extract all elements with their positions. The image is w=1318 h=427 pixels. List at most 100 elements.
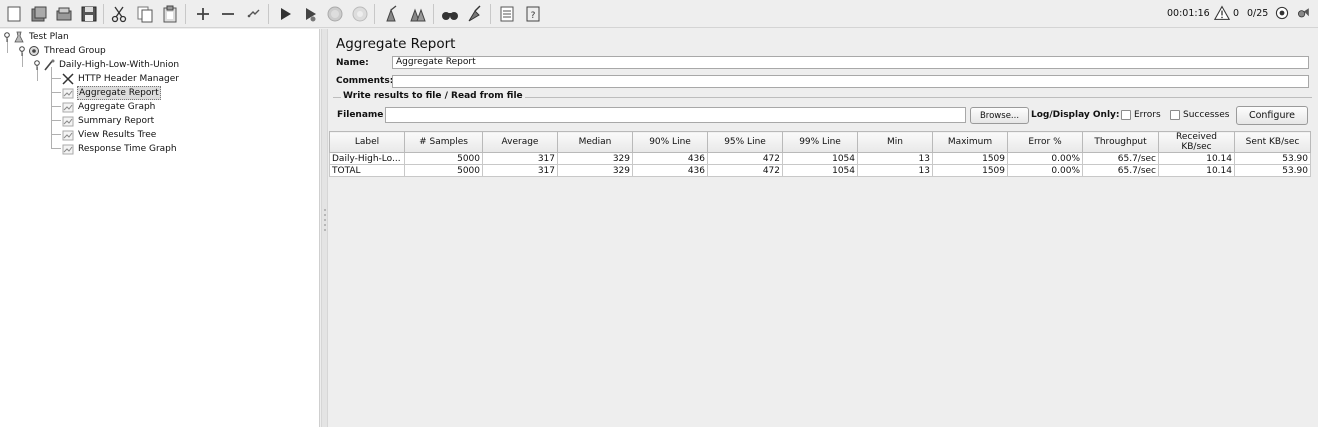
tree-node-view-results-tree[interactable]: View Results Tree: [62, 128, 157, 141]
errors-label: Errors: [1134, 110, 1161, 120]
tree-node-label: Response Time Graph: [78, 143, 177, 154]
column-header-average[interactable]: Average: [482, 131, 558, 153]
tree-node-aggregate-graph[interactable]: Aggregate Graph: [62, 100, 156, 113]
filename-label: Filename: [337, 110, 384, 120]
open-icon[interactable]: [54, 4, 74, 24]
results-table[interactable]: Label # Samples Average Median 90% Line …: [329, 131, 1311, 427]
column-header-error[interactable]: Error %: [1007, 131, 1083, 153]
expand-toggle-icon[interactable]: [18, 45, 26, 56]
warning-count: 0: [1233, 8, 1240, 19]
table-cell: 329: [557, 152, 633, 165]
column-header-sent[interactable]: Sent KB/sec: [1234, 131, 1311, 153]
successes-checkbox[interactable]: [1170, 110, 1180, 120]
write-results-legend: Write results to file / Read from file: [341, 91, 525, 101]
shutdown-icon[interactable]: [350, 4, 370, 24]
search-icon[interactable]: [440, 4, 460, 24]
reset-search-icon[interactable]: [465, 4, 485, 24]
tree-node-label: Daily-High-Low-With-Union: [59, 59, 180, 70]
help-icon[interactable]: ?: [523, 4, 543, 24]
new-icon[interactable]: [4, 4, 24, 24]
start-no-pauses-icon[interactable]: [300, 4, 320, 24]
name-label: Name:: [336, 58, 369, 68]
table-row[interactable]: TOTAL 5000 317 329 436 472 1054 13 1509 …: [329, 164, 1311, 177]
collapse-icon[interactable]: [218, 4, 238, 24]
tree-node-summary-report[interactable]: Summary Report: [62, 114, 155, 127]
log-viewer-icon[interactable]: [1296, 5, 1312, 21]
save-icon[interactable]: [79, 4, 99, 24]
tree-node-http-header-manager[interactable]: HTTP Header Manager: [62, 72, 180, 85]
column-header-received[interactable]: Received KB/sec: [1158, 131, 1235, 153]
start-icon[interactable]: [275, 4, 295, 24]
tree-node-label: Test Plan: [29, 31, 69, 42]
column-header-median[interactable]: Median: [557, 131, 633, 153]
listener-icon: [62, 101, 74, 113]
table-cell: 10.14: [1158, 152, 1235, 165]
function-helper-icon[interactable]: [497, 4, 517, 24]
remote-icon[interactable]: [1274, 5, 1290, 21]
copy-icon[interactable]: [135, 4, 155, 24]
templates-icon[interactable]: [29, 4, 49, 24]
table-cell: 13: [857, 152, 933, 165]
column-header-samples[interactable]: # Samples: [404, 131, 483, 153]
tree-node-sampler[interactable]: Daily-High-Low-With-Union: [33, 58, 180, 71]
listener-icon: [62, 129, 74, 141]
column-header-90-line[interactable]: 90% Line: [632, 131, 708, 153]
write-results-group: Write results to file / Read from file F…: [333, 91, 1312, 128]
column-header-min[interactable]: Min: [857, 131, 933, 153]
tree-node-label: Thread Group: [44, 45, 106, 56]
table-row[interactable]: Daily-High-Lo... 5000 317 329 436 472 10…: [329, 152, 1311, 165]
table-cell: 436: [632, 164, 708, 177]
tree-node-response-time-graph[interactable]: Response Time Graph: [62, 142, 178, 155]
table-cell: 472: [707, 152, 783, 165]
elapsed-time: 00:01:16: [1167, 8, 1210, 19]
table-cell: 1509: [932, 152, 1008, 165]
table-cell: 317: [482, 164, 558, 177]
log-display-only-label: Log/Display Only:: [1031, 110, 1120, 120]
table-header-row: Label # Samples Average Median 90% Line …: [329, 131, 1311, 153]
tree-node-thread-group[interactable]: Thread Group: [18, 44, 107, 57]
tree-node-label: Aggregate Report: [77, 85, 161, 100]
table-cell: TOTAL: [329, 164, 405, 177]
active-threads: 0/25: [1247, 8, 1269, 19]
panel-title: Aggregate Report: [336, 36, 456, 52]
column-header-maximum[interactable]: Maximum: [932, 131, 1008, 153]
table-cell: 1054: [782, 152, 858, 165]
toggle-icon[interactable]: [244, 4, 264, 24]
paste-icon[interactable]: [160, 4, 180, 24]
configure-button[interactable]: Configure: [1236, 106, 1308, 125]
test-plan-tree[interactable]: Test Plan Thread Group Daily-High-Low-Wi…: [0, 29, 320, 427]
warning-icon[interactable]: [1214, 5, 1230, 21]
column-header-throughput[interactable]: Throughput: [1082, 131, 1159, 153]
table-cell: 65.7/sec: [1082, 152, 1159, 165]
tree-node-label: HTTP Header Manager: [78, 73, 179, 84]
table-cell: Daily-High-Lo...: [329, 152, 405, 165]
expand-toggle-icon[interactable]: [3, 31, 11, 42]
errors-checkbox[interactable]: [1121, 110, 1131, 120]
table-cell: 5000: [404, 152, 483, 165]
aggregate-report-panel: Aggregate Report Name: Aggregate Report …: [329, 29, 1318, 427]
tree-node-label: Aggregate Graph: [78, 101, 156, 112]
tree-node-aggregate-report[interactable]: Aggregate Report: [62, 85, 161, 100]
expand-icon[interactable]: [193, 4, 213, 24]
table-cell: 436: [632, 152, 708, 165]
comments-field[interactable]: [392, 75, 1309, 88]
filename-field[interactable]: [385, 107, 966, 123]
comments-label: Comments:: [336, 76, 394, 86]
column-header-99-line[interactable]: 99% Line: [782, 131, 858, 153]
column-header-95-line[interactable]: 95% Line: [707, 131, 783, 153]
split-pane-divider[interactable]: [321, 29, 328, 427]
clear-all-icon[interactable]: [408, 4, 428, 24]
expand-toggle-icon[interactable]: [33, 59, 41, 70]
tree-node-label: Summary Report: [78, 115, 155, 126]
clear-icon[interactable]: [382, 4, 402, 24]
table-cell: 5000: [404, 164, 483, 177]
browse-button[interactable]: Browse...: [970, 107, 1029, 124]
stop-icon[interactable]: [325, 4, 345, 24]
table-cell: 0.00%: [1007, 152, 1083, 165]
name-field[interactable]: Aggregate Report: [392, 56, 1309, 69]
table-cell: 472: [707, 164, 783, 177]
tree-node-test-plan[interactable]: Test Plan: [3, 30, 70, 43]
cut-icon[interactable]: [109, 4, 129, 24]
table-cell: 53.90: [1234, 164, 1311, 177]
column-header-label[interactable]: Label: [329, 131, 405, 153]
